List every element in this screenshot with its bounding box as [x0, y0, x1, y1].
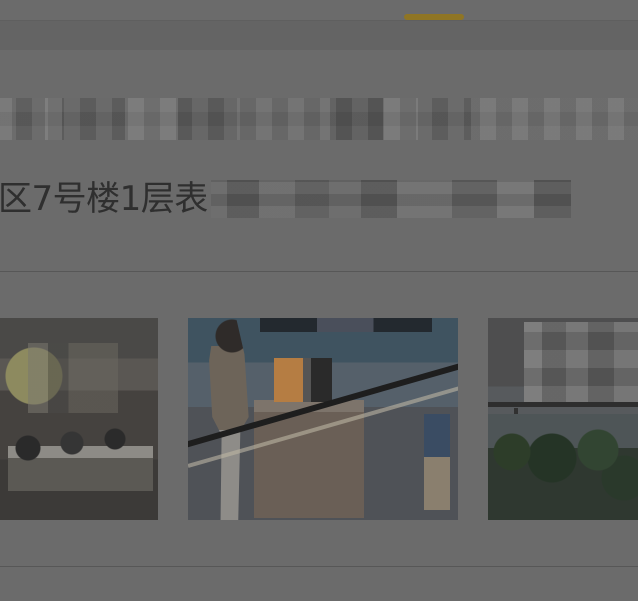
- blurred-title: [0, 98, 638, 140]
- page: 区7号楼1层表: [0, 0, 638, 601]
- menu-screens: [260, 318, 432, 332]
- address-row: 区7号楼1层表: [0, 178, 638, 220]
- gallery-photo-2[interactable]: [188, 318, 458, 520]
- section-divider: [0, 271, 638, 272]
- photo-gallery: [0, 318, 638, 520]
- side-sign: [424, 414, 450, 510]
- blurred-photo-area: [524, 322, 638, 404]
- window-rail: [488, 402, 638, 407]
- blurred-address-details: [211, 180, 571, 218]
- gallery-photo-1[interactable]: [0, 318, 158, 520]
- trees-view: [488, 414, 638, 520]
- top-subbar: [0, 21, 638, 50]
- person-figure: [209, 318, 249, 520]
- address-text: 区7号楼1层表: [0, 179, 208, 219]
- gallery-photo-3[interactable]: [488, 318, 638, 520]
- bottom-divider: [0, 566, 638, 567]
